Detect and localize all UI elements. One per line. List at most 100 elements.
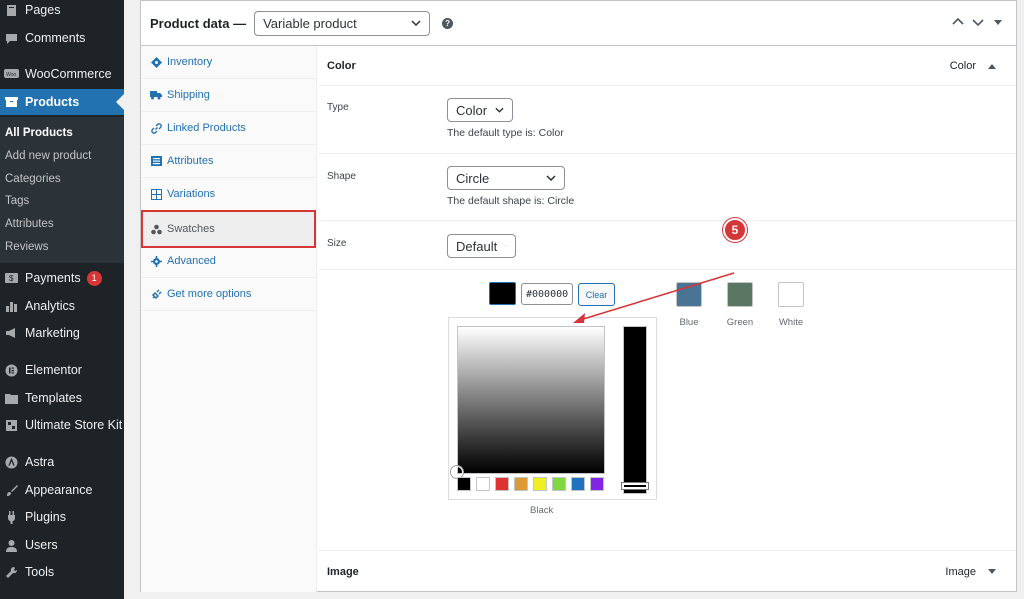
menu-astra[interactable]: Astra bbox=[0, 449, 124, 475]
color-header-right: Color bbox=[950, 60, 996, 72]
swatch-label: White bbox=[778, 317, 804, 328]
lightness-strip[interactable] bbox=[622, 326, 648, 494]
palette-chip[interactable] bbox=[514, 477, 528, 491]
svg-text:Woo: Woo bbox=[6, 72, 16, 78]
color-picker-area: #000000 Clear Black Blue Green White bbox=[318, 270, 1016, 551]
tab-swatches[interactable]: Swatches bbox=[141, 210, 316, 248]
palette-chip[interactable] bbox=[457, 477, 471, 491]
color-attribute-header[interactable]: Color Color bbox=[318, 46, 1016, 86]
tab-get-more-options[interactable]: Get more options bbox=[141, 278, 316, 311]
submenu-reviews[interactable]: Reviews bbox=[0, 236, 124, 258]
menu-label: Analytics bbox=[25, 299, 76, 313]
astra-icon bbox=[4, 455, 19, 470]
menu-plugins[interactable]: Plugins bbox=[0, 504, 124, 530]
menu-products[interactable]: Products bbox=[0, 89, 124, 115]
tab-variations[interactable]: Variations bbox=[141, 178, 316, 211]
type-label: Type bbox=[327, 102, 349, 113]
shipping-icon bbox=[150, 89, 162, 101]
tab-shipping[interactable]: Shipping bbox=[141, 79, 316, 112]
postbox-header: Product data — Variable product ? bbox=[141, 1, 1016, 46]
postbox-controls bbox=[952, 16, 1004, 28]
shape-select[interactable]: Circle bbox=[447, 166, 565, 190]
inventory-icon bbox=[150, 56, 162, 68]
swatches-icon bbox=[150, 223, 162, 235]
palette-chip[interactable] bbox=[476, 477, 490, 491]
saturation-gradient[interactable] bbox=[457, 326, 605, 474]
product-data-postbox: Product data — Variable product ? Invent… bbox=[140, 0, 1017, 592]
submenu-add-new-product[interactable]: Add new product bbox=[0, 145, 124, 167]
menu-ultimate-store-kit[interactable]: Ultimate Store Kit bbox=[0, 412, 124, 438]
palette-chip[interactable] bbox=[571, 477, 585, 491]
plug-icon bbox=[150, 288, 162, 300]
color-picker-popup bbox=[448, 317, 657, 500]
menu-users[interactable]: Users bbox=[0, 532, 124, 558]
tab-advanced[interactable]: Advanced bbox=[141, 245, 316, 278]
swatch-color bbox=[778, 282, 804, 307]
postbox-title: Product data — bbox=[150, 15, 247, 31]
type-select[interactable]: Color bbox=[447, 98, 513, 122]
move-up-icon[interactable] bbox=[952, 16, 964, 28]
admin-sidebar: Pages Comments Woo WooCommerce Products … bbox=[0, 0, 124, 599]
current-color-swatch[interactable] bbox=[489, 282, 516, 305]
palette-chip[interactable] bbox=[590, 477, 604, 491]
menu-elementor[interactable]: Elementor bbox=[0, 357, 124, 383]
menu-payments[interactable]: $ Payments 1 bbox=[0, 265, 124, 291]
move-down-icon[interactable] bbox=[972, 16, 984, 28]
menu-label: Templates bbox=[25, 391, 82, 405]
tab-linked-products[interactable]: Linked Products bbox=[141, 112, 316, 145]
tab-label: Shipping bbox=[167, 89, 210, 101]
menu-woocommerce[interactable]: Woo WooCommerce bbox=[0, 61, 124, 87]
help-icon[interactable]: ? bbox=[442, 17, 454, 29]
comments-icon bbox=[4, 31, 19, 46]
templates-icon bbox=[4, 391, 19, 406]
elementor-icon bbox=[4, 363, 19, 378]
menu-label: Users bbox=[25, 538, 58, 552]
step-callout: 5 bbox=[723, 218, 747, 242]
tab-label: Linked Products bbox=[167, 122, 246, 134]
store-kit-icon bbox=[4, 418, 19, 433]
submenu-all-products[interactable]: All Products bbox=[0, 122, 124, 144]
tab-inventory[interactable]: Inventory bbox=[141, 46, 316, 79]
chevron-down-icon bbox=[505, 245, 507, 247]
palette-row bbox=[457, 477, 617, 493]
tab-attributes[interactable]: Attributes bbox=[141, 145, 316, 178]
type-description: The default type is: Color bbox=[447, 127, 564, 139]
tab-label: Inventory bbox=[167, 56, 213, 68]
palette-chip[interactable] bbox=[495, 477, 509, 491]
menu-appearance[interactable]: Appearance bbox=[0, 477, 124, 503]
size-value: Default bbox=[456, 238, 498, 254]
submenu-tags[interactable]: Tags bbox=[0, 190, 124, 212]
image-attribute-label: Image bbox=[945, 566, 976, 578]
variations-icon bbox=[150, 188, 162, 200]
size-select[interactable]: Default bbox=[447, 234, 516, 258]
toggle-panel-icon[interactable] bbox=[992, 16, 1004, 28]
menu-label: Tools bbox=[25, 565, 55, 579]
selected-color-label: Black bbox=[530, 505, 554, 516]
palette-chip[interactable] bbox=[552, 477, 566, 491]
collapse-arrow-icon[interactable] bbox=[988, 63, 996, 69]
submenu-categories[interactable]: Categories bbox=[0, 168, 124, 190]
image-header-right: Image bbox=[945, 566, 996, 578]
submenu-attributes[interactable]: Attributes bbox=[0, 213, 124, 235]
shape-row: Shape Circle The default shape is: Circl… bbox=[318, 154, 1016, 221]
image-attribute-header[interactable]: Image Image bbox=[318, 552, 1016, 592]
chevron-down-icon bbox=[546, 175, 556, 181]
menu-analytics[interactable]: Analytics bbox=[0, 293, 124, 319]
menu-comments[interactable]: Comments bbox=[0, 25, 124, 51]
menu-label: Plugins bbox=[25, 510, 66, 524]
type-row: Type Color The default type is: Color bbox=[318, 86, 1016, 154]
menu-tools[interactable]: Tools bbox=[0, 559, 124, 585]
menu-label: Products bbox=[25, 95, 80, 109]
tab-label: Advanced bbox=[167, 255, 216, 267]
palette-chip[interactable] bbox=[533, 477, 547, 491]
menu-templates[interactable]: Templates bbox=[0, 385, 124, 411]
expand-arrow-icon[interactable] bbox=[988, 569, 996, 575]
product-type-select[interactable]: Variable product bbox=[254, 10, 431, 36]
menu-label: Marketing bbox=[25, 326, 80, 340]
menu-pages[interactable]: Pages bbox=[0, 0, 124, 23]
menu-label: Ultimate Store Kit bbox=[25, 418, 123, 432]
menu-marketing[interactable]: Marketing bbox=[0, 320, 124, 346]
pages-icon bbox=[4, 3, 19, 18]
menu-label: Appearance bbox=[25, 483, 93, 497]
products-icon bbox=[4, 95, 19, 110]
